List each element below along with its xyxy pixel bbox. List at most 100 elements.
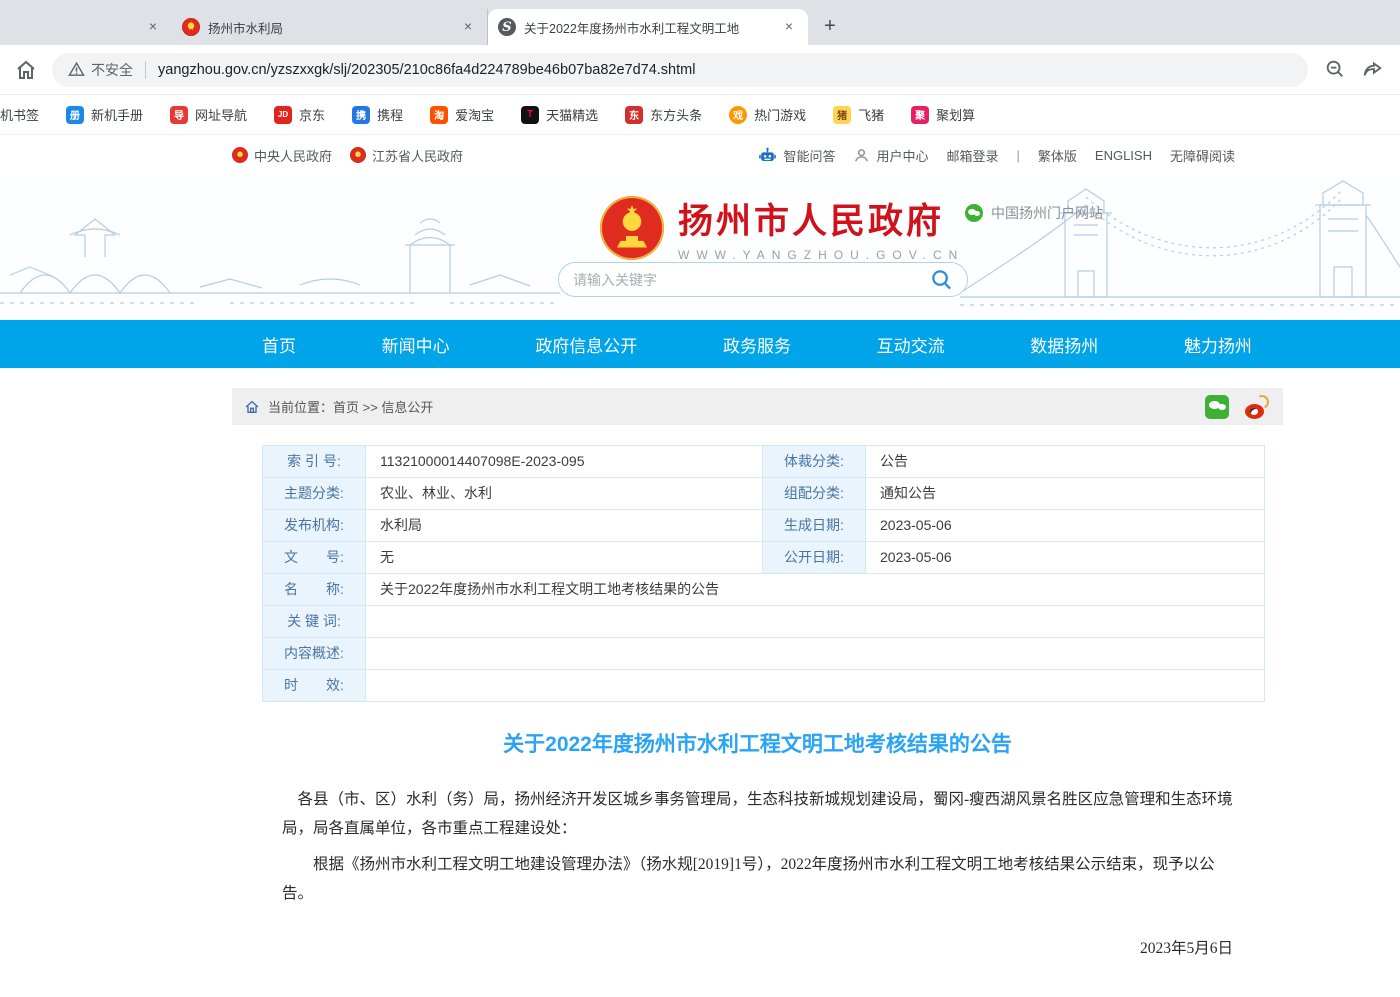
meta-value-publisher: 水利局 bbox=[366, 510, 763, 542]
meta-value-name: 关于2022年度扬州市水利工程文明工地考核结果的公告 bbox=[366, 574, 1265, 606]
breadcrumb-path[interactable]: 首页 >> 信息公开 bbox=[333, 397, 433, 416]
portal-badge: 中国扬州门户网站 bbox=[965, 203, 1103, 223]
site-search[interactable] bbox=[558, 262, 968, 297]
browser-logo-favicon: S bbox=[498, 18, 516, 36]
bookmark-phone-bookmarks[interactable]: 机书签 bbox=[0, 105, 39, 124]
manual-icon: 册 bbox=[66, 106, 84, 124]
meta-value-public-date: 2023-05-06 bbox=[866, 542, 1265, 574]
search-input[interactable] bbox=[573, 272, 930, 288]
meta-label-publisher: 发布机构: bbox=[263, 510, 366, 542]
nav-item-charm[interactable]: 魅力扬州 bbox=[1184, 332, 1252, 357]
bookmark-label: 爱淘宝 bbox=[455, 105, 494, 124]
bridge-lineart-left bbox=[0, 175, 560, 320]
meta-label-summary: 内容概述: bbox=[263, 638, 366, 670]
wechat-share-icon[interactable] bbox=[1205, 395, 1229, 419]
bookmark-fliggy[interactable]: 猪 飞猪 bbox=[833, 105, 884, 124]
bookmark-label: 新机手册 bbox=[91, 105, 143, 124]
meta-label-index-no: 索 引 号: bbox=[263, 446, 366, 478]
bookmark-eastday[interactable]: 东 东方头条 bbox=[625, 105, 702, 124]
english-version-link[interactable]: ENGLISH bbox=[1095, 148, 1152, 163]
juhuasuan-icon: 聚 bbox=[911, 106, 929, 124]
meta-value-summary bbox=[366, 638, 1265, 670]
link-label: 江苏省人民政府 bbox=[372, 146, 463, 165]
traditional-version-link[interactable]: 繁体版 bbox=[1038, 146, 1077, 165]
taobao-icon: 淘 bbox=[430, 106, 448, 124]
meta-value-genre: 公告 bbox=[866, 446, 1265, 478]
breadcrumb: 当前位置： 首页 >> 信息公开 bbox=[232, 388, 1283, 425]
browser-tab-strip: × ★ 扬州市水利局 × S 关于2022年度扬州市水利工程文明工地 × + bbox=[0, 0, 1400, 45]
site-header: 扬州市人民政府 WWW.YANGZHOU.GOV.CN 中国扬州门户网站 bbox=[0, 175, 1400, 320]
bookmark-label: 东方头条 bbox=[650, 105, 702, 124]
meta-label-keywords: 关 键 词: bbox=[263, 606, 366, 638]
home-icon bbox=[244, 399, 260, 415]
user-center-link[interactable]: 用户中心 bbox=[853, 146, 928, 165]
smart-qa-link[interactable]: 智能问答 bbox=[758, 146, 835, 165]
tmall-icon: T bbox=[521, 106, 539, 124]
url-text[interactable]: yangzhou.gov.cn/yzszxxgk/slj/202305/210c… bbox=[158, 62, 695, 78]
close-icon[interactable]: × bbox=[459, 18, 477, 36]
home-icon[interactable] bbox=[14, 58, 38, 82]
meta-label-public-date: 公开日期: bbox=[763, 542, 866, 574]
not-secure-warning[interactable]: 不安全 bbox=[68, 60, 133, 80]
smart-qa-label: 智能问答 bbox=[783, 146, 835, 165]
nav-item-home[interactable]: 首页 bbox=[262, 332, 296, 357]
utility-bar: 中央人民政府 江苏省人民政府 智能问答 用户中心 邮箱登录 | 繁体版 ENGL… bbox=[0, 135, 1400, 175]
browser-toolbar: 不安全 yangzhou.gov.cn/yzszxxgk/slj/202305/… bbox=[0, 45, 1400, 95]
accessibility-link[interactable]: 无障碍阅读 bbox=[1170, 146, 1235, 165]
meta-value-group: 通知公告 bbox=[866, 478, 1265, 510]
bookmark-nav-site[interactable]: 导 网址导航 bbox=[170, 105, 247, 124]
meta-value-keywords bbox=[366, 606, 1265, 638]
nav-item-data[interactable]: 数据扬州 bbox=[1030, 332, 1098, 357]
meta-label-name: 名 称: bbox=[263, 574, 366, 606]
weibo-share-icon[interactable] bbox=[1245, 395, 1269, 419]
user-center-label: 用户中心 bbox=[876, 146, 928, 165]
fliggy-icon: 猪 bbox=[833, 106, 851, 124]
eastday-icon: 东 bbox=[625, 106, 643, 124]
bookmark-games[interactable]: 戏 热门游戏 bbox=[729, 105, 806, 124]
zoom-out-icon[interactable] bbox=[1324, 58, 1348, 82]
tab-active-announcement[interactable]: S 关于2022年度扬州市水利工程文明工地 × bbox=[488, 9, 808, 45]
bookmark-label: 飞猪 bbox=[858, 105, 884, 124]
bookmark-jd[interactable]: JD 京东 bbox=[274, 105, 325, 124]
site-brand[interactable]: 扬州市人民政府 WWW.YANGZHOU.GOV.CN bbox=[600, 193, 964, 262]
link-jiangsu-government[interactable]: 江苏省人民政府 bbox=[350, 146, 463, 165]
meta-label-group: 组配分类: bbox=[763, 478, 866, 510]
address-bar[interactable]: 不安全 yangzhou.gov.cn/yzszxxgk/slj/202305/… bbox=[52, 53, 1308, 87]
article-paragraph: 各县（市、区）水利（务）局，扬州经济开发区城乡事务管理局，生态科技新城规划建设局… bbox=[282, 786, 1233, 843]
bookmark-label: 京东 bbox=[299, 105, 325, 124]
bookmark-aitaobao[interactable]: 淘 爱淘宝 bbox=[430, 105, 494, 124]
bookmark-juhuasuan[interactable]: 聚 聚划算 bbox=[911, 105, 975, 124]
games-icon: 戏 bbox=[729, 106, 747, 124]
jd-icon: JD bbox=[274, 106, 292, 124]
national-emblem-icon bbox=[232, 147, 248, 163]
bookmark-label: 聚划算 bbox=[936, 105, 975, 124]
bookmark-tmall[interactable]: T 天猫精选 bbox=[521, 105, 598, 124]
site-title: 扬州市人民政府 bbox=[678, 193, 964, 244]
meta-value-created-date: 2023-05-06 bbox=[866, 510, 1265, 542]
close-icon[interactable]: × bbox=[780, 18, 798, 36]
wechat-icon bbox=[965, 204, 983, 222]
meta-label-created-date: 生成日期: bbox=[763, 510, 866, 542]
mail-login-label: 邮箱登录 bbox=[946, 146, 998, 165]
nav-item-interaction[interactable]: 互动交流 bbox=[877, 332, 945, 357]
tab-yangzhou-water-bureau[interactable]: ★ 扬州市水利局 × bbox=[172, 9, 488, 45]
tab-cutoff[interactable]: × bbox=[0, 9, 172, 45]
new-tab-button[interactable]: + bbox=[816, 13, 844, 41]
bridge-lineart-right bbox=[960, 175, 1400, 320]
link-central-government[interactable]: 中央人民政府 bbox=[232, 146, 332, 165]
nav-item-news[interactable]: 新闻中心 bbox=[382, 332, 450, 357]
bookmark-label: 网址导航 bbox=[195, 105, 247, 124]
bookmark-ctrip[interactable]: 携 携程 bbox=[352, 105, 403, 124]
nav-item-services[interactable]: 政务服务 bbox=[723, 332, 791, 357]
nav-item-info-disclosure[interactable]: 政府信息公开 bbox=[535, 332, 637, 357]
not-secure-label: 不安全 bbox=[91, 60, 133, 80]
divider: | bbox=[1017, 148, 1020, 163]
tab-title: 关于2022年度扬州市水利工程文明工地 bbox=[524, 18, 774, 37]
close-icon[interactable]: × bbox=[144, 18, 162, 36]
mail-login-link[interactable]: 邮箱登录 bbox=[946, 146, 998, 165]
search-icon[interactable] bbox=[930, 268, 953, 291]
bookmarks-bar: 机书签 册 新机手册 导 网址导航 JD 京东 携 携程 淘 爱淘宝 T 天猫精… bbox=[0, 95, 1400, 135]
bookmark-manual[interactable]: 册 新机手册 bbox=[66, 105, 143, 124]
main-navigation: 首页 新闻中心 政府信息公开 政务服务 互动交流 数据扬州 魅力扬州 bbox=[0, 320, 1400, 368]
share-icon[interactable] bbox=[1362, 58, 1386, 82]
